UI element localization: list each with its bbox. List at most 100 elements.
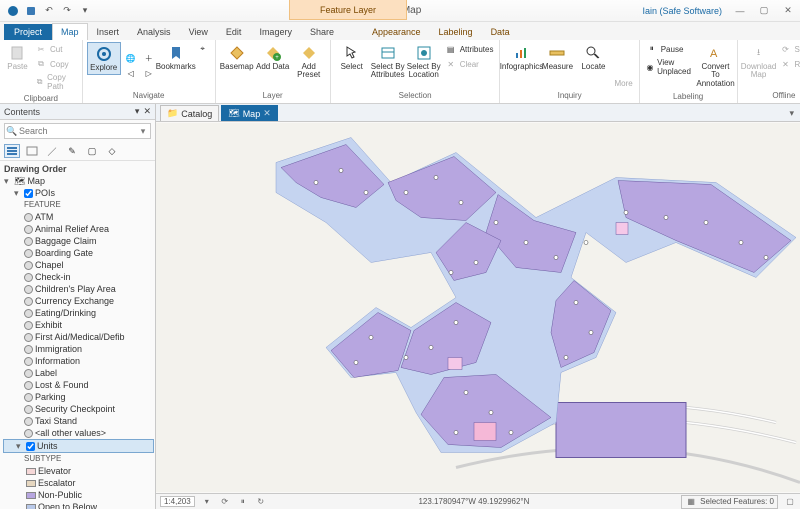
select-by-attributes-button[interactable]: Select By Attributes <box>371 42 405 82</box>
search-options-icon[interactable]: ▾ <box>136 126 150 137</box>
tab-view[interactable]: View <box>180 23 217 40</box>
minimize-icon[interactable]: — <box>728 0 752 22</box>
poi-category-item[interactable]: Exhibit <box>2 319 155 331</box>
pane-menu-icon[interactable]: ▾ <box>135 106 140 117</box>
list-by-editing-icon[interactable]: ✎ <box>64 144 80 158</box>
undo-icon[interactable]: ↶ <box>42 4 56 18</box>
poi-category-item[interactable]: Eating/Drinking <box>2 307 155 319</box>
tab-data[interactable]: Data <box>482 23 519 40</box>
tab-project[interactable]: Project <box>4 24 52 40</box>
list-by-snapping-icon[interactable]: ▢ <box>84 144 100 158</box>
poi-category-item[interactable]: Information <box>2 355 155 367</box>
list-by-labeling-icon[interactable]: ◇ <box>104 144 120 158</box>
catalog-tab[interactable]: 📁Catalog <box>160 105 219 121</box>
pause-labeling-button[interactable]: ⏸Pause <box>644 42 697 56</box>
scale-dropdown-icon[interactable]: ▾ <box>201 496 213 508</box>
infographics-button[interactable]: Infographics <box>504 42 538 73</box>
poi-category-item[interactable]: Check-in <box>2 271 155 283</box>
units-layer-node[interactable]: ▾Units <box>3 439 154 453</box>
locate-button[interactable]: Locate <box>576 42 610 73</box>
tab-insert[interactable]: Insert <box>88 23 129 40</box>
poi-category-item[interactable]: ATM <box>2 211 155 223</box>
pois-visible-checkbox[interactable] <box>24 189 33 198</box>
list-by-selection-icon[interactable]: ／ <box>44 144 60 158</box>
convert-annotation-button[interactable]: AConvert To Annotation <box>699 42 733 90</box>
nav-fixed-zoom-in[interactable]: ＋ <box>141 51 157 65</box>
snapping-icon[interactable]: ▢ <box>784 496 796 508</box>
close-icon[interactable]: ✕ <box>776 0 800 22</box>
contents-search[interactable]: 🔍 ▾ <box>4 123 151 139</box>
poi-category-item[interactable]: Children's Play Area <box>2 283 155 295</box>
tab-labeling[interactable]: Labeling <box>430 23 482 40</box>
remove-button[interactable]: ✕Remove <box>778 57 800 71</box>
rotation-icon[interactable]: ⟳ <box>219 496 231 508</box>
view-unplaced-button[interactable]: ◉View Unplaced <box>644 57 697 77</box>
poi-category-item[interactable]: Label <box>2 367 155 379</box>
add-preset-button[interactable]: Add Preset <box>292 42 326 82</box>
cut-button[interactable]: ✂Cut <box>33 42 78 56</box>
select-by-location-button[interactable]: Select By Location <box>407 42 441 82</box>
add-data-button[interactable]: +Add Data <box>256 42 290 73</box>
poi-category-item[interactable]: Security Checkpoint <box>2 403 155 415</box>
download-map-button[interactable]: ⭳Download Map <box>742 42 776 82</box>
scale-display[interactable]: 1:4,203 <box>160 496 195 507</box>
poi-category-item[interactable]: First Aid/Medical/Defib <box>2 331 155 343</box>
bookmarks-button[interactable]: Bookmarks <box>159 42 193 73</box>
go-to-xy-button[interactable]: ⌖ <box>195 42 211 56</box>
map-frame-node[interactable]: ▾🗺Map <box>2 175 155 187</box>
nav-full-extent[interactable]: 🌐 <box>123 51 139 65</box>
copy-path-button[interactable]: ⧉Copy Path <box>33 72 78 92</box>
poi-category-item[interactable]: Boarding Gate <box>2 247 155 259</box>
tab-edit[interactable]: Edit <box>217 23 251 40</box>
basemap-button[interactable]: Basemap <box>220 42 254 73</box>
toc-tree[interactable]: Drawing Order ▾🗺Map ▾POIs FEATURE ATMAni… <box>0 161 155 509</box>
selected-features-display[interactable]: ▦Selected Features: 0 <box>681 495 778 509</box>
poi-category-item[interactable]: Animal Relief Area <box>2 223 155 235</box>
tab-analysis[interactable]: Analysis <box>128 23 180 40</box>
nav-next-extent[interactable]: ▷ <box>141 66 157 80</box>
signed-in-user[interactable]: Iain (Safe Software) <box>636 6 728 16</box>
nav-prev-extent[interactable]: ◁ <box>123 66 139 80</box>
poi-category-item[interactable]: Taxi Stand <box>2 415 155 427</box>
measure-button[interactable]: Measure <box>540 42 574 73</box>
subtype-item[interactable]: Non-Public <box>2 489 155 501</box>
save-icon[interactable] <box>24 4 38 18</box>
pois-all-other[interactable]: <all other values> <box>2 427 155 439</box>
maximize-icon[interactable]: ▢ <box>752 0 776 22</box>
pois-layer-node[interactable]: ▾POIs <box>2 187 155 199</box>
poi-category-item[interactable]: Chapel <box>2 259 155 271</box>
pane-close-icon[interactable]: ✕ <box>143 106 151 117</box>
sync-button[interactable]: ⟳Sync <box>778 42 800 56</box>
poi-category-item[interactable]: Currency Exchange <box>2 295 155 307</box>
units-visible-checkbox[interactable] <box>26 442 35 451</box>
map-view-tab[interactable]: 🗺Map✕ <box>221 105 278 121</box>
clear-selection-button[interactable]: ✕Clear <box>443 57 496 71</box>
qat-more-icon[interactable]: ▾ <box>78 4 92 18</box>
inquiry-more-button[interactable]: More <box>612 78 634 89</box>
pause-drawing-icon[interactable]: ⏸ <box>237 496 249 508</box>
subtype-item[interactable]: Elevator <box>2 465 155 477</box>
search-input[interactable] <box>19 126 136 136</box>
poi-category-item[interactable]: Immigration <box>2 343 155 355</box>
list-by-source-icon[interactable] <box>24 144 40 158</box>
redo-icon[interactable]: ↷ <box>60 4 74 18</box>
tab-appearance[interactable]: Appearance <box>363 23 430 40</box>
subtype-item[interactable]: Open to Below <box>2 501 155 509</box>
poi-category-item[interactable]: Baggage Claim <box>2 235 155 247</box>
map-canvas[interactable] <box>156 122 800 493</box>
subtype-item[interactable]: Escalator <box>2 477 155 489</box>
poi-category-item[interactable]: Lost & Found <box>2 379 155 391</box>
close-tab-icon[interactable]: ✕ <box>263 108 271 119</box>
tab-share[interactable]: Share <box>301 23 343 40</box>
paste-button[interactable]: Paste <box>4 42 31 73</box>
refresh-icon[interactable]: ↻ <box>255 496 267 508</box>
list-by-drawing-order-icon[interactable] <box>4 144 20 158</box>
select-button[interactable]: Select <box>335 42 369 73</box>
poi-category-item[interactable]: Parking <box>2 391 155 403</box>
tab-map[interactable]: Map <box>52 23 88 40</box>
views-dropdown-icon[interactable]: ▾ <box>783 106 800 121</box>
tab-imagery[interactable]: Imagery <box>250 23 301 40</box>
attributes-button[interactable]: ▤Attributes <box>443 42 496 56</box>
copy-button[interactable]: ⧉Copy <box>33 57 78 71</box>
explore-button[interactable]: Explore <box>87 42 121 75</box>
